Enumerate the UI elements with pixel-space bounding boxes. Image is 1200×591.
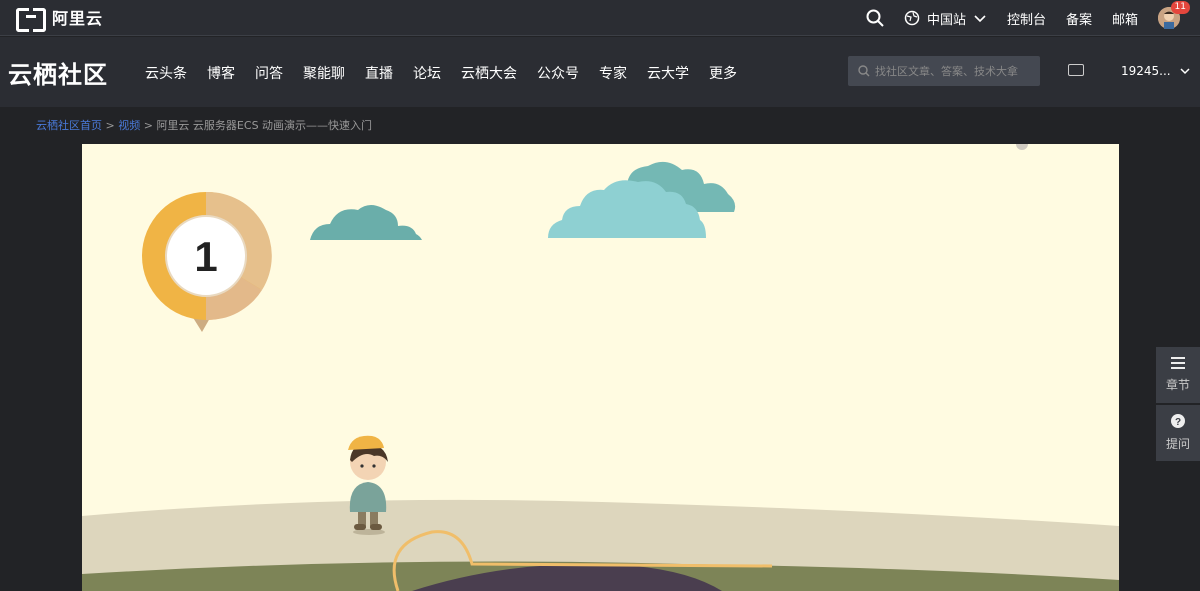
avatar[interactable]: 11 [1158,1,1190,29]
chapters-button[interactable]: 章节 [1156,347,1200,403]
list-icon [1171,357,1185,373]
cloud-left [310,205,422,240]
user-menu[interactable]: 19245... [1121,64,1191,78]
menu-item-more[interactable]: 更多 [709,63,737,83]
record-link[interactable]: 备案 [1066,9,1092,28]
console-link[interactable]: 控制台 [1007,9,1046,28]
top-bar-right: 中国站 控制台 备案 邮箱 11 [866,0,1200,36]
svg-text:?: ? [1175,417,1181,428]
breadcrumb: 云栖社区首页 > 视频 > 阿里云 云服务器ECS 动画演示——快速入门 [36,117,372,133]
question-icon: ? [1171,414,1185,432]
community-search [848,56,1040,86]
menu-item-experts[interactable]: 专家 [599,63,627,83]
corner-dot [1016,144,1028,150]
menu-item-chat[interactable]: 聚能聊 [303,63,345,83]
region-selector[interactable]: 中国站 [904,9,987,28]
menu-item-university[interactable]: 云大学 [647,63,689,83]
main-menu: 云头条 博客 问答 聚能聊 直播 论坛 云栖大会 公众号 专家 云大学 更多 [145,63,757,83]
aliyun-logo-text: 阿里云 [52,9,104,28]
breadcrumb-video[interactable]: 视频 [118,119,140,132]
menu-item-headlines[interactable]: 云头条 [145,63,187,83]
breadcrumb-current: 阿里云 云服务器ECS 动画演示——快速入门 [156,119,373,132]
aliyun-logo-icon [16,8,46,32]
search-icon[interactable] [866,9,884,27]
menu-item-forum[interactable]: 论坛 [413,63,441,83]
menu-item-live[interactable]: 直播 [365,63,393,83]
brand-text: 云栖社区 [8,61,108,89]
chapters-label: 章节 [1165,378,1190,392]
yunqi-brand[interactable]: 云栖社区 [8,55,108,90]
menu-item-qa[interactable]: 问答 [255,63,283,83]
search-input[interactable] [875,64,1035,78]
video-player[interactable]: 1 [82,144,1119,591]
chevron-down-icon [1180,68,1190,75]
search-icon [858,65,870,77]
menu-item-official-account[interactable]: 公众号 [537,63,579,83]
notification-badge: 11 [1170,1,1190,14]
top-bar: 阿里云 中国站 控制台 备案 邮箱 11 [0,0,1200,36]
region-label: 中国站 [926,12,966,28]
breadcrumb-separator: > [140,119,157,132]
breadcrumb-home[interactable]: 云栖社区首页 [36,119,102,132]
message-icon[interactable] [1068,64,1084,76]
globe-icon [904,10,920,26]
nav-bar: 云栖社区 云头条 博客 问答 聚能聊 直播 论坛 云栖大会 公众号 专家 云大学… [0,37,1200,107]
aliyun-logo[interactable]: 阿里云 [16,5,104,32]
menu-item-conference[interactable]: 云栖大会 [461,63,517,83]
user-name: 19245... [1121,64,1171,78]
breadcrumb-separator: > [102,119,119,132]
video-frame: 1 [82,144,1119,591]
mail-link[interactable]: 邮箱 [1112,9,1138,28]
ask-question-button[interactable]: ? 提问 [1156,405,1200,461]
chevron-down-icon [974,15,986,23]
step-number: 1 [194,233,217,280]
ask-label: 提问 [1165,437,1190,451]
menu-item-blog[interactable]: 博客 [207,63,235,83]
